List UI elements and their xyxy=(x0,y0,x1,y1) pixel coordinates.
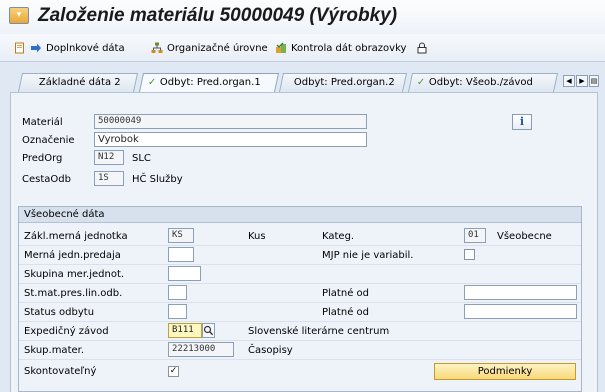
uom-group-label: Skupina mer.jednot. xyxy=(24,269,125,280)
delivering-plant-text: Slovenské literárne centrum xyxy=(248,326,390,337)
value-help-button[interactable] xyxy=(202,323,215,338)
tab-label: Základné dáta 2 xyxy=(38,77,121,88)
check-data-icon xyxy=(276,42,286,53)
check-screen-data-button[interactable]: Kontrola dát obrazovky xyxy=(275,40,406,56)
valid-from-input-2[interactable] xyxy=(464,304,577,319)
tab-scroll-right-button[interactable]: ▶ xyxy=(576,75,588,87)
uom-group-input[interactable] xyxy=(168,266,201,281)
description-input[interactable]: Vyrobok xyxy=(94,132,367,147)
org-levels-label: Organizačné úrovne xyxy=(167,42,268,54)
check-screen-data-label: Kontrola dát obrazovky xyxy=(291,42,407,54)
base-uom-text: Kus xyxy=(248,231,266,242)
distribution-channel-text: HČ Služby xyxy=(132,174,183,185)
description-label: Označenie xyxy=(22,135,75,146)
mjp-label: MJP nie je variabil. xyxy=(322,250,414,261)
discount-label: Skontovateľný xyxy=(24,366,97,377)
sales-status-label: Status odbytu xyxy=(24,307,95,318)
tab-checkmark-icon: ✓ xyxy=(416,77,426,88)
valid-from-input-1[interactable] xyxy=(464,285,577,300)
lock-button[interactable] xyxy=(416,40,428,56)
base-uom-label: Zákl.merná jednotka xyxy=(24,231,128,242)
org-levels-button[interactable]: Organizačné úrovne xyxy=(151,40,268,56)
distribution-channel-field: 1S xyxy=(94,171,124,186)
category-text: Všeobecne xyxy=(497,231,552,242)
discount-checkbox[interactable]: ✓ xyxy=(168,366,179,377)
search-icon xyxy=(203,325,214,336)
valid-from-label-1: Platné od xyxy=(322,288,369,299)
arrow-right-icon xyxy=(31,43,41,53)
tab-scroll-left-button[interactable]: ◀ xyxy=(563,75,575,87)
xplant-status-label: St.mat.pres.lin.odb. xyxy=(24,288,123,299)
xplant-status-input[interactable] xyxy=(168,285,187,300)
sales-status-input[interactable] xyxy=(168,304,187,319)
general-data-title: Všeobecné dáta xyxy=(24,209,105,220)
delivering-plant-label: Expedičný závod xyxy=(24,326,109,337)
org-levels-icon xyxy=(151,42,163,53)
category-label: Kateg. xyxy=(322,231,355,242)
tab-sales-general-plant[interactable]: ✓ Odbyt: Všeob./závod xyxy=(407,73,559,92)
tab-sales-org-1[interactable]: ✓ Odbyt: Pred.organ.1 xyxy=(138,73,280,92)
base-uom-field: KS xyxy=(168,228,194,243)
tab-label: Odbyt: Pred.organ.1 xyxy=(159,77,261,88)
mjp-checkbox[interactable] xyxy=(464,249,475,260)
material-field: 50000049 xyxy=(94,114,367,129)
additional-data-label: Doplnkové dáta xyxy=(46,42,125,54)
info-button[interactable]: i xyxy=(512,114,532,130)
page-title: Založenie materiálu 50000049 (Výrobky) xyxy=(38,5,398,26)
info-icon: i xyxy=(519,115,525,128)
new-doc-icon xyxy=(15,42,24,54)
material-group-text: Časopisy xyxy=(248,345,293,356)
additional-data-button[interactable]: Doplnkové dáta xyxy=(14,40,125,56)
material-label: Materiál xyxy=(22,117,63,128)
conditions-button[interactable]: Podmienky xyxy=(434,363,576,380)
valid-from-label-2: Platné od xyxy=(322,307,369,318)
tab-list-button[interactable]: ▤ xyxy=(589,75,599,87)
app-icon[interactable]: ▾ xyxy=(9,7,29,24)
sales-unit-label: Merná jedn.predaja xyxy=(24,250,121,261)
sales-unit-input[interactable] xyxy=(168,247,194,262)
tab-label: Odbyt: Všeob./závod xyxy=(428,77,533,88)
lock-icon xyxy=(417,42,427,54)
delivering-plant-input[interactable]: B111 xyxy=(168,323,202,338)
material-group-field: 22213000 xyxy=(168,342,234,357)
sales-org-field: N12 xyxy=(94,150,124,165)
sales-org-text: SLC xyxy=(132,153,151,164)
category-field: 01 xyxy=(464,228,486,243)
row-material-group xyxy=(19,342,581,360)
material-group-label: Skup.mater. xyxy=(24,345,85,356)
tab-checkmark-icon: ✓ xyxy=(147,77,157,88)
tab-sales-org-2[interactable]: Odbyt: Pred.organ.2 xyxy=(278,73,408,92)
sales-org-label: PredOrg xyxy=(22,153,63,164)
distribution-channel-label: CestaOdb xyxy=(22,174,71,185)
tab-basic-data-2[interactable]: Základné dáta 2 xyxy=(17,73,139,92)
tab-label: Odbyt: Pred.organ.2 xyxy=(293,77,395,88)
